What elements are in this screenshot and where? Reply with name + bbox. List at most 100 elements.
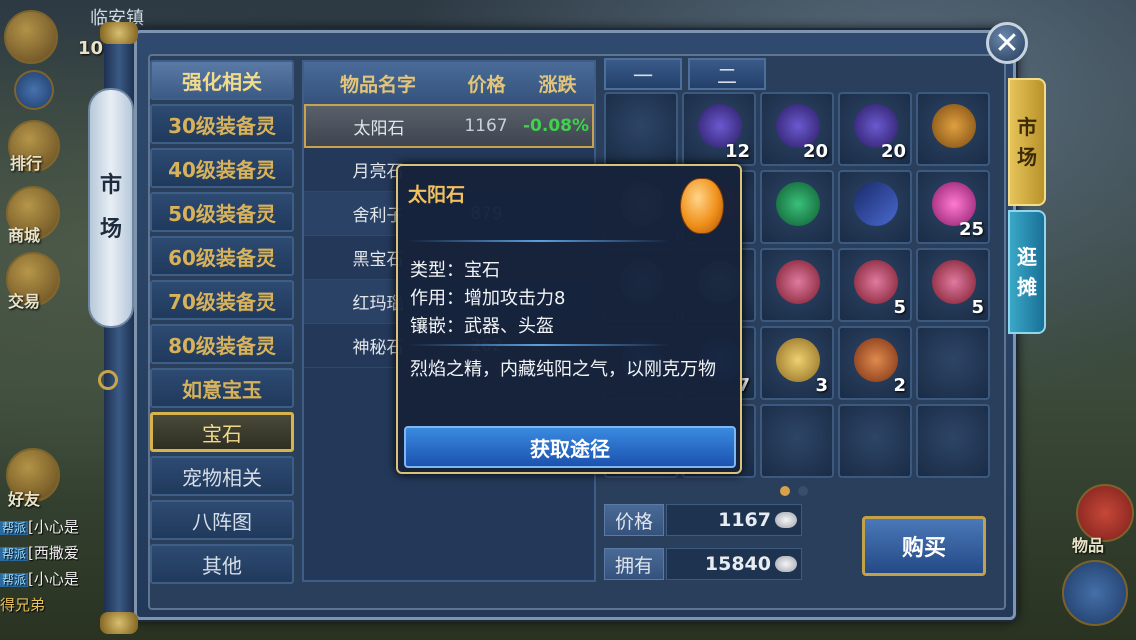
sun-stone-icon: [680, 178, 724, 234]
chat-line: 得兄弟: [0, 594, 45, 615]
scroll-cap-top: [100, 22, 138, 44]
category-item[interactable]: 八阵图: [150, 500, 294, 540]
chat-text: 得兄弟: [0, 596, 46, 614]
chat-tag: 帮派: [0, 521, 29, 535]
flower-icon: [854, 260, 898, 304]
inventory-slot[interactable]: 5: [838, 248, 912, 322]
page-dot: [798, 486, 808, 496]
own-value: 15840: [666, 548, 802, 580]
scroll-cap-bottom: [100, 612, 138, 634]
row-change: -0.08%: [522, 116, 590, 136]
inventory-slot[interactable]: [916, 326, 990, 400]
category-item-active[interactable]: 宝石: [150, 412, 294, 452]
tab-char: 市: [1017, 115, 1037, 139]
market-title-banner: 市 场: [88, 88, 134, 328]
tab-char: 场: [1017, 145, 1037, 169]
chat-line: 帮派 [西撒爱: [0, 542, 79, 563]
pot-icon: [932, 104, 976, 148]
vase-icon: [776, 182, 820, 226]
category-item[interactable]: 其他: [150, 544, 294, 584]
item-quantity: 25: [958, 219, 984, 240]
table-row[interactable]: 太阳石 1167 -0.08%: [304, 104, 594, 148]
category-item[interactable]: 70级装备灵: [150, 280, 294, 320]
inventory-slot[interactable]: [760, 248, 834, 322]
tab-stall[interactable]: 逛 摊: [1008, 210, 1046, 334]
item-tooltip: 太阳石 类型：宝石 作用：增加攻击力8 镶嵌：武器、头盔 烈焰之精，内藏纯阳之气…: [396, 164, 742, 474]
row-name: 太阳石: [353, 118, 405, 139]
category-item[interactable]: 60级装备灵: [150, 236, 294, 276]
divider: [408, 240, 670, 242]
flower-icon: [932, 260, 976, 304]
left-number: 10: [78, 38, 104, 59]
category-item[interactable]: 50级装备灵: [150, 192, 294, 232]
category-item[interactable]: 强化相关: [150, 60, 294, 100]
category-item[interactable]: 40级装备灵: [150, 148, 294, 188]
item-quantity: 2: [893, 375, 906, 396]
dumpling-icon: [776, 338, 820, 382]
close-button[interactable]: ✕: [986, 22, 1028, 64]
divider: [408, 344, 670, 346]
row-price: 1167: [464, 116, 508, 136]
tooltip-description: 烈焰之精，内藏纯阳之气，以刚克万物: [410, 359, 716, 380]
chat-tag: 帮派: [0, 573, 29, 587]
item-quantity: 5: [893, 297, 906, 318]
avatar-icon[interactable]: [4, 10, 58, 64]
header-price: 价格: [467, 73, 506, 96]
item-quantity: 12: [724, 141, 750, 162]
price-number: 1167: [718, 509, 771, 531]
chat-text: [小心是: [28, 518, 79, 536]
tooltip-title: 太阳石: [408, 184, 466, 206]
inventory-slot[interactable]: [760, 170, 834, 244]
shop-label: 商城: [8, 226, 41, 245]
flute-icon: [854, 182, 898, 226]
item-table-header: 物品名字 价格 涨跌: [304, 62, 594, 104]
page-tab-1[interactable]: 一: [604, 58, 682, 90]
inventory-slot[interactable]: [604, 92, 678, 166]
item-quantity: 5: [971, 297, 984, 318]
price-value: 1167: [666, 504, 802, 536]
inventory-slot[interactable]: 20: [760, 92, 834, 166]
inventory-slot[interactable]: [838, 170, 912, 244]
item-quantity: 20: [880, 141, 906, 162]
obtain-method-button[interactable]: 获取途径: [404, 426, 736, 468]
header-change: 涨跌: [538, 73, 577, 96]
chat-text: [小心是: [28, 570, 79, 588]
tab-char: 摊: [1017, 275, 1037, 299]
trade-label: 交易: [8, 292, 41, 311]
friends-label: 好友: [8, 490, 41, 509]
inventory-slot[interactable]: 20: [838, 92, 912, 166]
category-item[interactable]: 80级装备灵: [150, 324, 294, 364]
tooltip-type: 类型：宝石: [410, 260, 500, 281]
inventory-slot[interactable]: 3: [760, 326, 834, 400]
header-name: 物品名字: [339, 73, 416, 96]
ranking-label: 排行: [10, 154, 43, 173]
chat-tag: 帮派: [0, 547, 29, 561]
arrow-up-icon[interactable]: [14, 70, 54, 110]
play-arrow-icon[interactable]: [1062, 560, 1128, 626]
inventory-slot[interactable]: [760, 404, 834, 478]
inventory-slot[interactable]: 12: [682, 92, 756, 166]
category-item[interactable]: 30级装备灵: [150, 104, 294, 144]
item-quantity: 3: [815, 375, 828, 396]
tab-market[interactable]: 市 场: [1008, 78, 1046, 206]
buy-button[interactable]: 购买: [862, 516, 986, 576]
category-item[interactable]: 宠物相关: [150, 456, 294, 496]
inventory-slot[interactable]: 2: [838, 326, 912, 400]
inventory-slot[interactable]: 5: [916, 248, 990, 322]
price-label: 价格: [604, 504, 664, 536]
inventory-slot[interactable]: 25: [916, 170, 990, 244]
inventory-slot[interactable]: [916, 92, 990, 166]
banner-char: 场: [99, 217, 122, 242]
close-icon: ✕: [994, 25, 1020, 61]
page-indicator: [780, 486, 808, 496]
page-dot-active: [780, 486, 790, 496]
chat-line: 帮派 [小心是: [0, 568, 79, 589]
category-list: 强化相关 30级装备灵 40级装备灵 50级装备灵 60级装备灵 70级装备灵 …: [150, 60, 294, 588]
page-tab-2[interactable]: 二: [688, 58, 766, 90]
category-item[interactable]: 如意宝玉: [150, 368, 294, 408]
inventory-slot[interactable]: [838, 404, 912, 478]
chat-line: 帮派 [小心是: [0, 516, 79, 537]
tooltip-effect: 作用：增加攻击力8: [410, 288, 566, 309]
banner-char: 市: [99, 173, 122, 198]
inventory-slot[interactable]: [916, 404, 990, 478]
